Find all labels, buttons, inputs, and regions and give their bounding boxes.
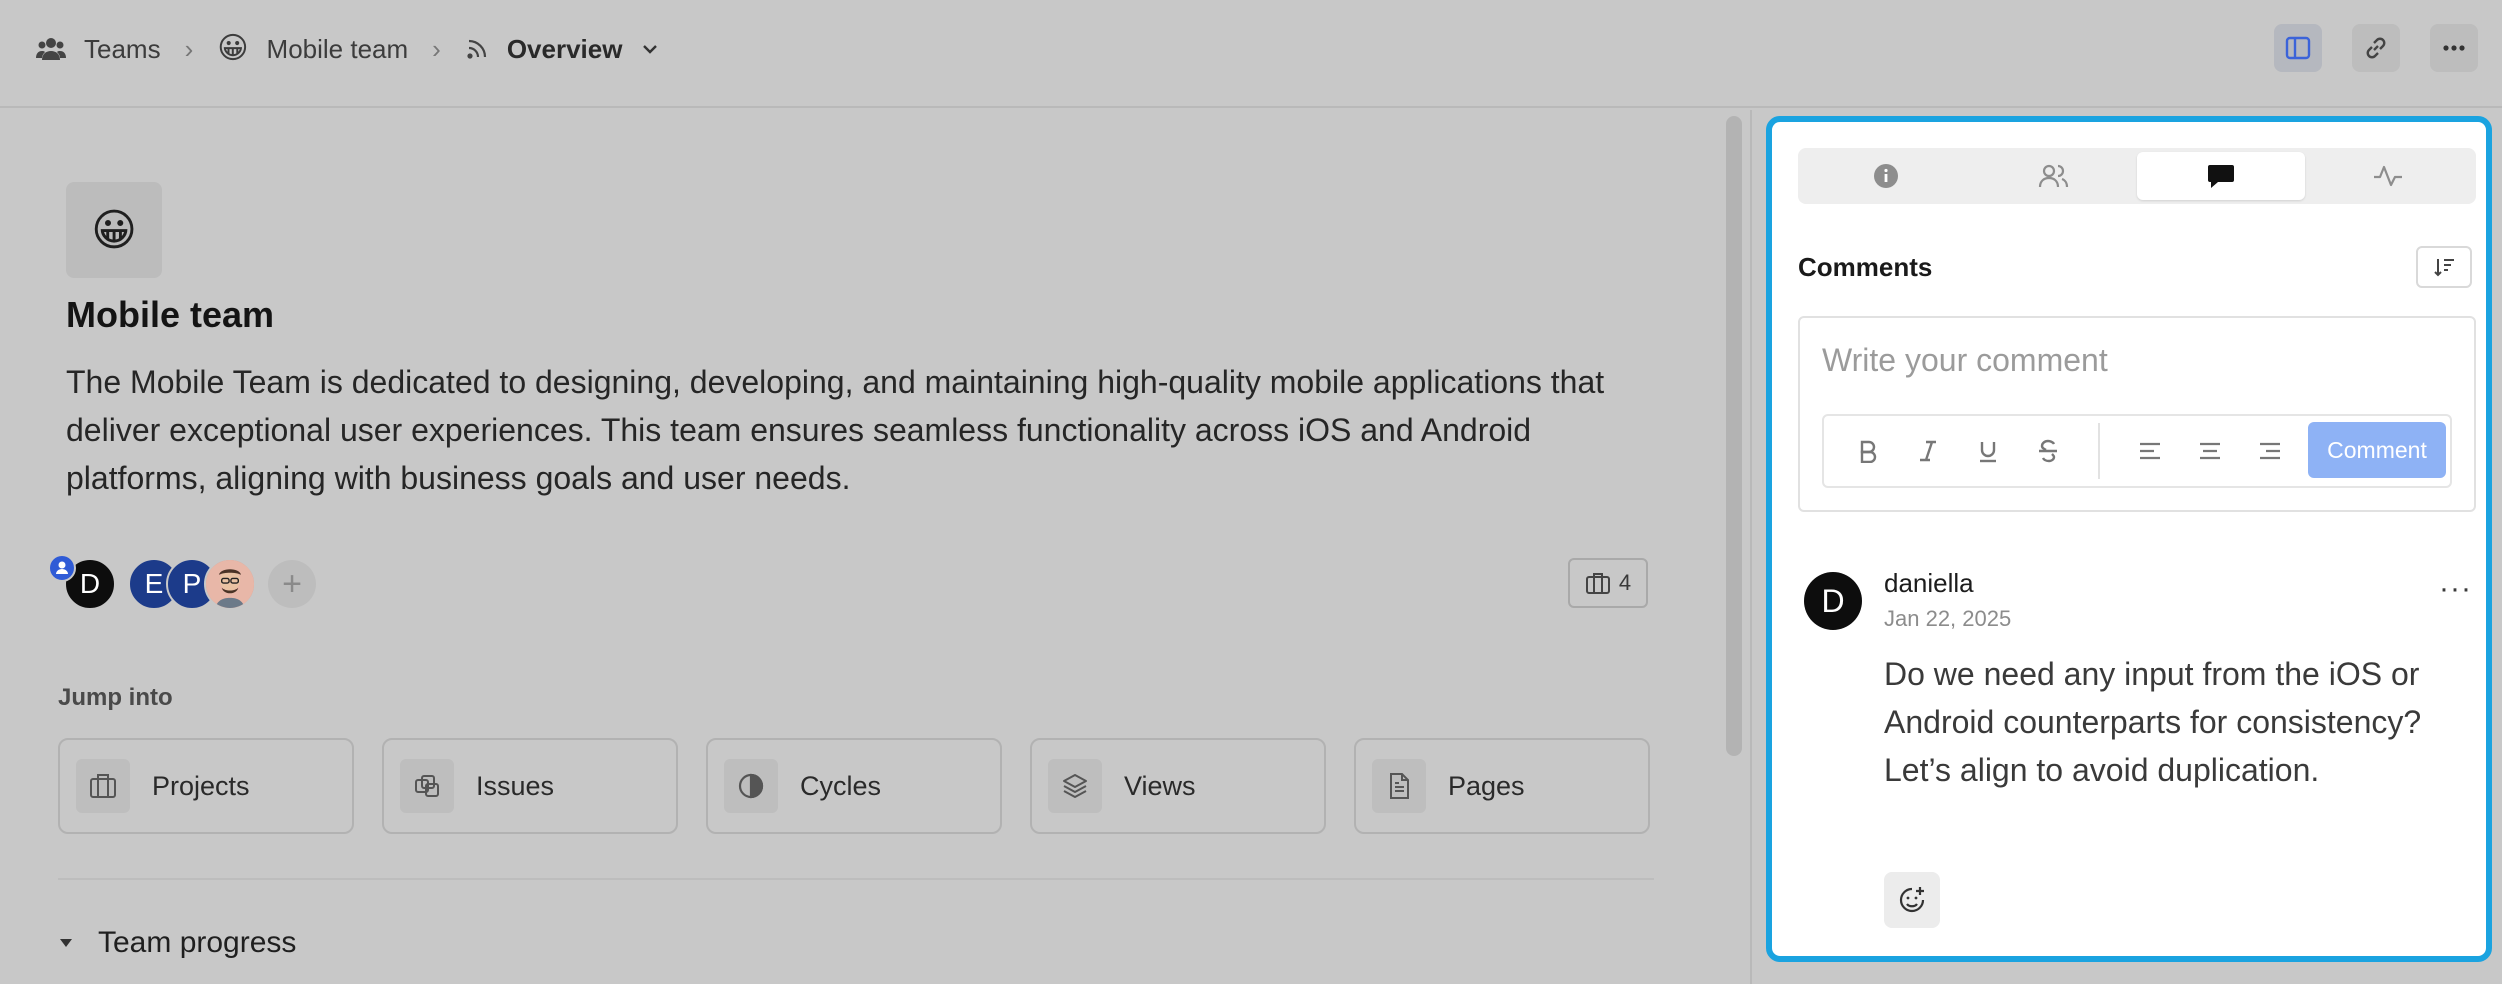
add-member-button[interactable]: +: [268, 560, 316, 608]
team-description: The Mobile Team is dedicated to designin…: [66, 364, 1605, 496]
sort-comments-button[interactable]: [2416, 246, 2472, 288]
italic-button[interactable]: [1898, 421, 1958, 481]
jump-projects-card[interactable]: Projects: [58, 738, 354, 834]
align-center-button[interactable]: [2180, 421, 2240, 481]
link-icon: [2362, 34, 2390, 62]
projects-count: 4: [1618, 570, 1632, 595]
align-right-button[interactable]: [2240, 421, 2300, 481]
briefcase-icon: [1585, 571, 1611, 595]
breadcrumb-team-label: Mobile team: [266, 33, 409, 64]
align-right-icon: [2258, 441, 2282, 461]
jump-cycles-label: Cycles: [800, 770, 882, 801]
ellipsis-icon: [2440, 34, 2468, 62]
tab-comments[interactable]: [2137, 152, 2305, 200]
more-options-button[interactable]: [2430, 24, 2478, 72]
team-progress-toggle[interactable]: Team progress: [58, 926, 296, 960]
sort-icon: [2432, 256, 2456, 278]
member-list: D E P + 4: [48, 554, 1648, 614]
breadcrumb-teams[interactable]: Teams: [36, 34, 161, 65]
tab-members[interactable]: [1970, 152, 2138, 200]
tab-activity[interactable]: [2305, 152, 2473, 200]
comment-author: daniella: [1884, 568, 1974, 598]
avatar[interactable]: D: [1804, 572, 1862, 630]
caret-down-icon: [58, 937, 74, 949]
align-left-icon: [2138, 441, 2162, 461]
projects-count-badge[interactable]: 4: [1568, 558, 1648, 608]
breadcrumb-team[interactable]: 😀 Mobile team: [217, 34, 408, 65]
jump-into-list: Projects Issues Cycles Views Pages: [58, 738, 1650, 834]
users-icon: [2037, 162, 2069, 190]
comment-editor[interactable]: Write your comment Comment: [1798, 316, 2476, 512]
jump-into-label: Jump into: [58, 684, 173, 711]
bold-icon: [1857, 439, 1879, 463]
chevron-right-icon: ›: [432, 33, 441, 64]
panel-divider: [1750, 110, 1752, 984]
formatting-toolbar: Comment: [1822, 414, 2452, 488]
comments-panel: Comments Write your comment Comment D da…: [1766, 116, 2492, 962]
layers-icon: [400, 759, 454, 813]
comment-more-button[interactable]: ···: [2439, 572, 2472, 606]
view-dropdown[interactable]: Overview: [465, 34, 661, 65]
team-lead-badge-icon: [48, 554, 76, 582]
comments-title: Comments: [1798, 252, 1933, 282]
top-actions: [2274, 24, 2478, 72]
jump-cycles-card[interactable]: Cycles: [706, 738, 1002, 834]
avatar-photo[interactable]: [204, 558, 256, 610]
rss-icon: [465, 37, 489, 61]
main-scrollbar[interactable]: [1726, 116, 1742, 756]
page-title: Mobile team: [66, 294, 275, 335]
align-left-button[interactable]: [2120, 421, 2180, 481]
smile-plus-icon: [1897, 885, 1927, 915]
briefcase-icon: [76, 759, 130, 813]
activity-icon: [2372, 162, 2404, 190]
align-center-icon: [2198, 441, 2222, 461]
contrast-icon: [724, 759, 778, 813]
italic-icon: [1917, 439, 1939, 463]
sidebar-tabs: [1798, 148, 2476, 204]
stack-icon: [1048, 759, 1102, 813]
view-dropdown-label: Overview: [506, 33, 623, 64]
jump-issues-card[interactable]: Issues: [382, 738, 678, 834]
strikethrough-icon: [2037, 439, 2059, 463]
copy-link-button[interactable]: [2352, 24, 2400, 72]
breadcrumb-teams-label: Teams: [84, 33, 161, 64]
jump-pages-label: Pages: [1448, 770, 1525, 801]
comment-text: Do we need any input from the iOS or And…: [1884, 656, 2422, 788]
team-progress-label: Team progress: [98, 926, 297, 959]
breadcrumb: Teams › 😀 Mobile team › Overview: [36, 26, 660, 72]
chevron-down-icon: [640, 39, 660, 59]
add-reaction-button[interactable]: [1884, 872, 1940, 928]
underline-button[interactable]: [1958, 421, 2018, 481]
jump-projects-label: Projects: [152, 770, 250, 801]
submit-comment-button[interactable]: Comment: [2308, 422, 2446, 478]
top-bar: Teams › 😀 Mobile team › Overview: [0, 0, 2502, 108]
jump-views-card[interactable]: Views: [1030, 738, 1326, 834]
comment-icon: [2206, 162, 2236, 190]
toggle-sidebar-button[interactable]: [2274, 24, 2322, 72]
team-logo[interactable]: 😀: [66, 182, 162, 278]
chevron-right-icon: ›: [184, 33, 194, 64]
jump-views-label: Views: [1124, 770, 1196, 801]
tab-info[interactable]: [1802, 152, 1970, 200]
team-emoji-icon: 😀: [217, 32, 249, 65]
jump-pages-card[interactable]: Pages: [1354, 738, 1650, 834]
bold-button[interactable]: [1838, 421, 1898, 481]
team-overview: 😀 Mobile team The Mobile Team is dedicat…: [0, 110, 1750, 984]
sidebar-icon: [2284, 34, 2312, 62]
app-root: Teams › 😀 Mobile team › Overview 😀 Mobil…: [0, 0, 2502, 984]
comment-date: Jan 22, 2025: [1884, 606, 2012, 631]
jump-issues-label: Issues: [476, 770, 555, 801]
teams-icon: [36, 36, 66, 62]
info-icon: [1872, 162, 1900, 190]
comment-input[interactable]: Write your comment: [1822, 342, 2108, 379]
strikethrough-button[interactable]: [2018, 421, 2078, 481]
underline-icon: [1977, 439, 1999, 463]
document-icon: [1372, 759, 1426, 813]
toolbar-divider: [2098, 423, 2100, 479]
divider: [58, 878, 1654, 880]
